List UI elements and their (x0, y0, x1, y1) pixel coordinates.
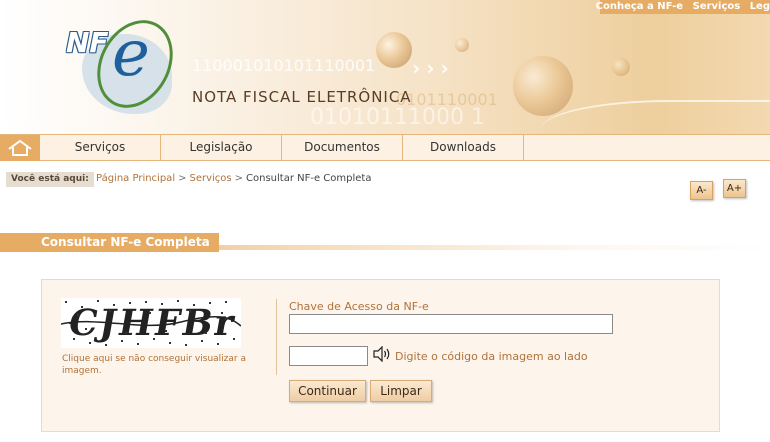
nfe-logo[interactable]: NF e (60, 6, 190, 126)
continue-button[interactable]: Continuar (289, 380, 366, 402)
top-links: Conheça a NF-e Serviços Leg (590, 1, 770, 15)
top-link-conheca[interactable]: Conheça a NF-e (596, 1, 683, 12)
top-link-legislacao[interactable]: Leg (750, 1, 770, 12)
logo-e-text: e (112, 17, 150, 91)
decorative-swoosh (540, 100, 770, 134)
access-key-label: Chave de Acesso da NF-e (289, 300, 429, 313)
decorative-sphere (612, 58, 630, 76)
clear-button[interactable]: Limpar (370, 380, 432, 402)
breadcrumb-separator: > (234, 173, 244, 184)
font-increase-button[interactable]: A+ (723, 179, 746, 198)
logo-nf-text: NF (66, 26, 109, 59)
top-link-servicos[interactable]: Serviços (693, 1, 741, 12)
banner-binary-text: 110001010101110001 (192, 56, 376, 75)
nav-item-servicos[interactable]: Serviços (40, 135, 161, 161)
nav-item-documentos[interactable]: Documentos (282, 135, 403, 161)
captcha-help-link[interactable]: Clique aqui se não conseguir visualizar … (62, 353, 262, 377)
section-title: Consultar NF-e Completa (0, 233, 219, 252)
breadcrumb-label: Você está aqui: (6, 172, 94, 187)
captcha-code-input[interactable] (289, 346, 368, 366)
decorative-sphere (455, 38, 469, 52)
access-key-input[interactable] (289, 314, 613, 334)
form-divider (276, 299, 277, 375)
decorative-sphere (376, 32, 412, 68)
nav-item-downloads[interactable]: Downloads (403, 135, 524, 161)
home-button[interactable] (0, 135, 40, 161)
header-banner: 110001010101110001 01010111000 1 0101110… (0, 0, 770, 134)
breadcrumb-separator: > (178, 173, 187, 184)
captcha-code-label: Digite o código da imagem ao lado (395, 350, 588, 363)
breadcrumb: Página Principal > Serviços > Consultar NF-e… (96, 173, 371, 184)
nav-item-legislacao[interactable]: Legislação (161, 135, 282, 161)
speaker-icon[interactable] (372, 346, 392, 362)
decorative-sphere (513, 56, 573, 116)
captcha-noise (61, 300, 241, 346)
captcha-image: CJHFBr (61, 298, 241, 348)
home-icon (8, 139, 32, 156)
breadcrumb-current: Consultar NF-e Completa (246, 173, 372, 184)
breadcrumb-link-servicos[interactable]: Serviços (189, 173, 231, 184)
decorative-chevrons: ››› (412, 56, 455, 80)
main-nav: Serviços Legislação Documentos Downloads (0, 134, 770, 161)
page-site-title: NOTA FISCAL ELETRÔNICA (192, 88, 412, 106)
breadcrumb-link-home[interactable]: Página Principal (96, 173, 175, 184)
font-decrease-button[interactable]: A- (690, 181, 713, 200)
